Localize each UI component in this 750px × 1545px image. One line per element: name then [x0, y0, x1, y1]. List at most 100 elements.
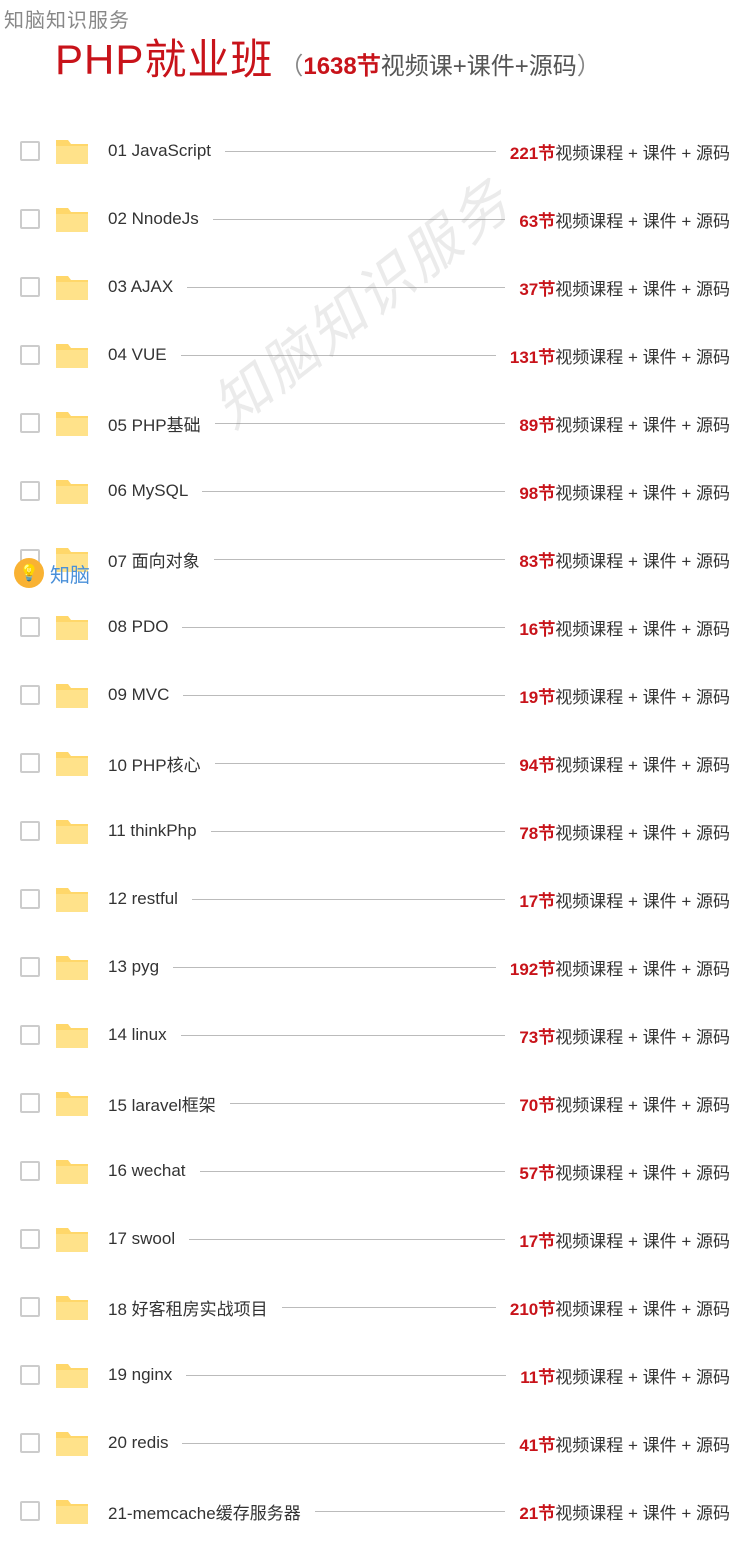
folder-suffix: 视频课程 + 课件 + 源码: [555, 688, 730, 707]
folder-row[interactable]: 17 swool 17节视频课程 + 课件 + 源码: [20, 1205, 730, 1273]
divider-line: [225, 151, 496, 152]
folder-row[interactable]: 01 JavaScript 221节视频课程 + 课件 + 源码: [20, 117, 730, 185]
checkbox[interactable]: [20, 1025, 40, 1045]
folder-count: 70节: [519, 1096, 555, 1115]
folder-name: 04 VUE: [108, 345, 167, 365]
folder-row[interactable]: 21-memcache缓存服务器 21节视频课程 + 课件 + 源码: [20, 1477, 730, 1545]
divider-line: [187, 287, 505, 288]
checkbox[interactable]: [20, 889, 40, 909]
divider-line: [181, 355, 496, 356]
folder-count: 21节: [519, 1504, 555, 1523]
checkbox[interactable]: [20, 957, 40, 977]
folder-row[interactable]: 09 MVC 19节视频课程 + 课件 + 源码: [20, 661, 730, 729]
folder-row[interactable]: 10 PHP核心 94节视频课程 + 课件 + 源码: [20, 729, 730, 797]
divider-line: [230, 1103, 506, 1104]
checkbox[interactable]: [20, 345, 40, 365]
folder-name: 05 PHP基础: [108, 411, 201, 436]
folder-meta: 98节视频课程 + 课件 + 源码: [519, 479, 730, 504]
folder-count: 94节: [519, 756, 555, 775]
folder-count: 17节: [519, 1232, 555, 1251]
divider-line: [315, 1511, 506, 1512]
checkbox[interactable]: [20, 481, 40, 501]
checkbox[interactable]: [20, 1365, 40, 1385]
header-suffix: 视频课+课件+源码: [381, 53, 577, 80]
folder-row[interactable]: 12 restful 17节视频课程 + 课件 + 源码: [20, 865, 730, 933]
divider-line: [211, 831, 506, 832]
folder-name: 13 pyg: [108, 957, 159, 977]
folder-meta: 41节视频课程 + 课件 + 源码: [519, 1431, 730, 1456]
folder-suffix: 视频课程 + 课件 + 源码: [555, 1436, 730, 1455]
checkbox[interactable]: [20, 549, 40, 569]
folder-count: 131节: [510, 348, 555, 367]
page-subtitle: （1638节视频课+课件+源码）: [279, 46, 600, 81]
checkbox[interactable]: [20, 141, 40, 161]
page-title: PHP就业班: [55, 26, 273, 87]
folder-count: 17节: [519, 892, 555, 911]
folder-row[interactable]: 03 AJAX 37节视频课程 + 课件 + 源码: [20, 253, 730, 321]
folder-meta: 17节视频课程 + 课件 + 源码: [519, 1227, 730, 1252]
checkbox[interactable]: [20, 1161, 40, 1181]
folder-count: 89节: [519, 416, 555, 435]
folder-icon: [54, 204, 90, 234]
folder-row[interactable]: 15 laravel框架 70节视频课程 + 课件 + 源码: [20, 1069, 730, 1137]
folder-suffix: 视频课程 + 课件 + 源码: [555, 1368, 730, 1387]
folder-meta: 19节视频课程 + 课件 + 源码: [519, 683, 730, 708]
folder-row[interactable]: 07 面向对象 83节视频课程 + 课件 + 源码: [20, 525, 730, 593]
folder-row[interactable]: 18 好客租房实战项目 210节视频课程 + 课件 + 源码: [20, 1273, 730, 1341]
folder-count: 37节: [519, 280, 555, 299]
folder-row[interactable]: 02 NnodeJs 63节视频课程 + 课件 + 源码: [20, 185, 730, 253]
folder-icon: [54, 1428, 90, 1458]
folder-count: 210节: [510, 1300, 555, 1319]
divider-line: [282, 1307, 496, 1308]
folder-name: 14 linux: [108, 1025, 167, 1045]
divider-line: [215, 763, 506, 764]
checkbox[interactable]: [20, 821, 40, 841]
folder-count: 11节: [520, 1368, 555, 1387]
folder-name: 19 nginx: [108, 1365, 172, 1385]
folder-suffix: 视频课程 + 课件 + 源码: [555, 348, 730, 367]
checkbox[interactable]: [20, 753, 40, 773]
folder-meta: 70节视频课程 + 课件 + 源码: [519, 1091, 730, 1116]
checkbox[interactable]: [20, 413, 40, 433]
folder-name: 06 MySQL: [108, 481, 188, 501]
checkbox[interactable]: [20, 209, 40, 229]
folder-row[interactable]: 04 VUE 131节视频课程 + 课件 + 源码: [20, 321, 730, 389]
checkbox[interactable]: [20, 1433, 40, 1453]
folder-count: 16节: [519, 620, 555, 639]
folder-count: 63节: [519, 212, 555, 231]
folder-name: 10 PHP核心: [108, 751, 201, 776]
checkbox[interactable]: [20, 1229, 40, 1249]
folder-row[interactable]: 20 redis 41节视频课程 + 课件 + 源码: [20, 1409, 730, 1477]
folder-name: 20 redis: [108, 1433, 168, 1453]
folder-row[interactable]: 13 pyg 192节视频课程 + 课件 + 源码: [20, 933, 730, 1001]
checkbox[interactable]: [20, 1501, 40, 1521]
folder-icon: [54, 1360, 90, 1390]
folder-meta: 63节视频课程 + 课件 + 源码: [519, 207, 730, 232]
folder-row[interactable]: 06 MySQL 98节视频课程 + 课件 + 源码: [20, 457, 730, 525]
folder-row[interactable]: 16 wechat 57节视频课程 + 课件 + 源码: [20, 1137, 730, 1205]
folder-row[interactable]: 11 thinkPhp 78节视频课程 + 课件 + 源码: [20, 797, 730, 865]
checkbox[interactable]: [20, 1297, 40, 1317]
folder-row[interactable]: 08 PDO 16节视频课程 + 课件 + 源码: [20, 593, 730, 661]
folder-row[interactable]: 19 nginx 11节视频课程 + 课件 + 源码: [20, 1341, 730, 1409]
divider-line: [186, 1375, 506, 1376]
folder-suffix: 视频课程 + 课件 + 源码: [555, 1504, 730, 1523]
paren-close: ）: [577, 53, 601, 80]
folder-icon: [54, 612, 90, 642]
checkbox[interactable]: [20, 277, 40, 297]
folder-row[interactable]: 14 linux 73节视频课程 + 课件 + 源码: [20, 1001, 730, 1069]
folder-icon: [54, 748, 90, 778]
folder-suffix: 视频课程 + 课件 + 源码: [555, 1164, 730, 1183]
divider-line: [183, 695, 505, 696]
checkbox[interactable]: [20, 685, 40, 705]
checkbox[interactable]: [20, 617, 40, 637]
folder-name: 01 JavaScript: [108, 141, 211, 161]
folder-suffix: 视频课程 + 课件 + 源码: [555, 892, 730, 911]
folder-icon: [54, 816, 90, 846]
folder-meta: 73节视频课程 + 课件 + 源码: [519, 1023, 730, 1048]
folder-count: 19节: [519, 688, 555, 707]
folder-icon: [54, 952, 90, 982]
checkbox[interactable]: [20, 1093, 40, 1113]
folder-row[interactable]: 05 PHP基础 89节视频课程 + 课件 + 源码: [20, 389, 730, 457]
folder-suffix: 视频课程 + 课件 + 源码: [555, 416, 730, 435]
